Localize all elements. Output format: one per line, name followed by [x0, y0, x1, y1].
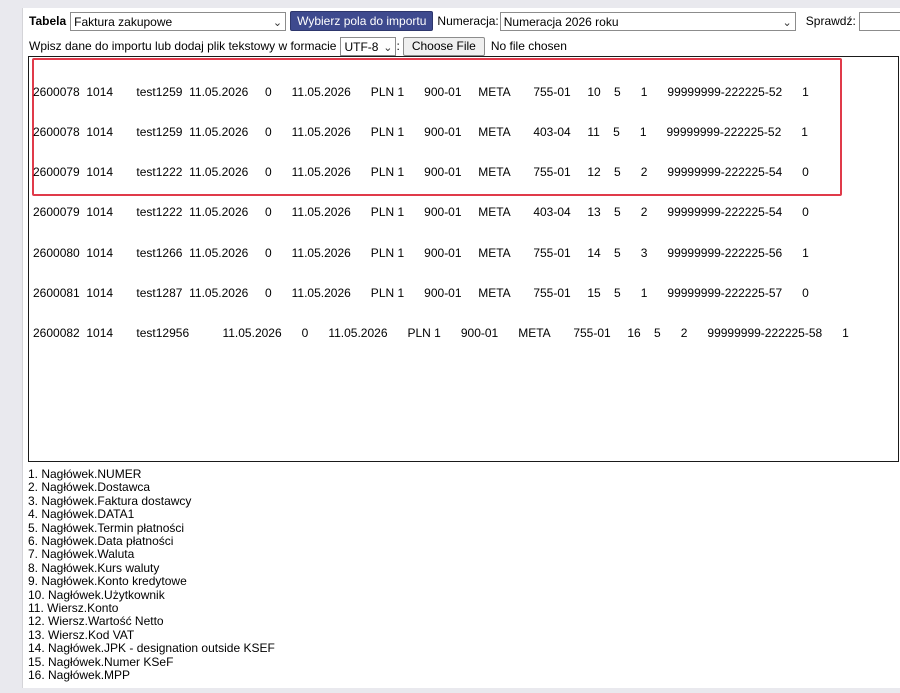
check-label: Sprawdź: — [805, 14, 856, 28]
import-instruction: Wpisz dane do importu lub dodaj plik tek… — [29, 39, 337, 53]
field-item: 9. Nagłówek.Konto kredytowe — [28, 574, 187, 589]
field-item: 6. Nagłówek.Data płatności — [28, 534, 174, 549]
field-item: 3. Nagłówek.Faktura dostawcy — [28, 493, 192, 508]
select-fields-button[interactable]: Wybierz pola do importu — [290, 11, 434, 31]
chevron-down-icon: ⌄ — [272, 16, 283, 29]
import-line: 2600080 1014 test1266 11.05.2026 0 11.05… — [33, 245, 809, 260]
field-order-list: 1. Nagłówek.NUMER 2. Nagłówek.Dostawca 3… — [28, 467, 275, 683]
encoding-select-value: UTF-8 — [344, 39, 379, 54]
import-panel: Tabela Faktura zakupowe ⌄ Wybierz pola d… — [22, 8, 900, 688]
table-select[interactable]: Faktura zakupowe ⌄ — [70, 11, 287, 31]
field-item: 15. Nagłówek.Numer KSeF — [28, 654, 174, 669]
import-toolbar: Tabela Faktura zakupowe ⌄ Wybierz pola d… — [29, 10, 900, 32]
import-line: 2600078 1014 test1259 11.05.2026 0 11.05… — [33, 125, 808, 140]
import-file-row: Wpisz dane do importu lub dodaj plik tek… — [29, 36, 627, 56]
import-line: 2600079 1014 test1222 11.05.2026 0 11.05… — [33, 205, 809, 220]
import-line: 2600082 1014 test12956 11.05.2026 0 11.0… — [33, 326, 849, 341]
field-item: 16. Nagłówek.MPP — [28, 668, 131, 683]
colon-separator: : — [396, 39, 400, 53]
numbering-select-value: Numeracja 2026 roku — [503, 14, 619, 29]
numbering-label: Numeracja: — [437, 14, 499, 28]
import-line: 2600081 1014 test1287 11.05.2026 0 11.05… — [33, 285, 809, 300]
field-item: 12. Wiersz.Wartość Netto — [28, 614, 164, 629]
import-lines: 2600078 1014 test1259 11.05.2026 0 11.05… — [33, 59, 849, 367]
chevron-down-icon: ⌄ — [383, 41, 393, 54]
field-item: 10. Nagłówek.Użytkownik — [28, 587, 165, 602]
field-item: 13. Wiersz.Kod VAT — [28, 627, 135, 642]
field-item: 8. Nagłówek.Kurs waluty — [28, 560, 160, 575]
chevron-down-icon: ⌄ — [782, 16, 792, 29]
field-item: 4. Nagłówek.DATA1 — [28, 507, 135, 522]
import-line: 2600078 1014 test1259 11.05.2026 0 11.05… — [33, 84, 809, 99]
table-select-value: Faktura zakupowe — [74, 14, 173, 29]
field-item: 14. Nagłówek.JPK - designation outside K… — [28, 641, 275, 656]
encoding-select[interactable]: UTF-8 ⌄ — [340, 36, 397, 56]
file-status: No file chosen — [490, 36, 627, 56]
check-input[interactable] — [858, 11, 900, 31]
field-item: 1. Nagłówek.NUMER — [28, 467, 142, 481]
import-data-textarea[interactable]: 2600078 1014 test1259 11.05.2026 0 11.05… — [28, 56, 899, 462]
field-item: 11. Wiersz.Konto — [28, 601, 119, 616]
numbering-select[interactable]: Numeracja 2026 roku ⌄ — [499, 11, 796, 31]
field-item: 7. Nagłówek.Waluta — [28, 547, 135, 562]
field-item: 2. Nagłówek.Dostawca — [28, 480, 151, 495]
left-strip — [0, 0, 22, 693]
table-label: Tabela — [29, 14, 67, 28]
import-line: 2600079 1014 test1222 11.05.2026 0 11.05… — [33, 165, 809, 180]
choose-file-button[interactable]: Choose File — [402, 36, 485, 56]
field-item: 5. Nagłówek.Termin płatności — [28, 520, 185, 535]
